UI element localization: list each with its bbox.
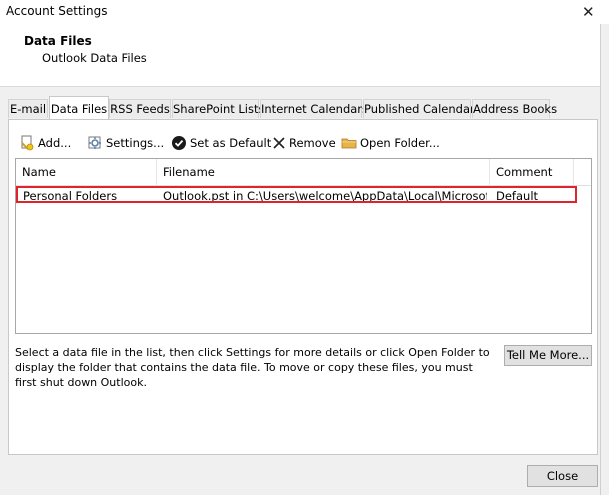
- list-header: Name Filename Comment: [16, 159, 591, 186]
- window-edge: [600, 24, 609, 495]
- check-circle-icon: [172, 136, 186, 150]
- folder-icon: [341, 138, 357, 149]
- column-header-filename[interactable]: Filename: [157, 159, 490, 185]
- data-files-list[interactable]: Name Filename Comment Personal Folders O…: [15, 158, 592, 334]
- add-label: Add...: [38, 136, 72, 150]
- window-title: Account Settings: [6, 4, 108, 18]
- tab-data-files[interactable]: Data Files: [49, 96, 109, 119]
- selection-highlight: [16, 186, 577, 203]
- column-header-name[interactable]: Name: [16, 159, 157, 185]
- settings-icon: [88, 136, 101, 149]
- tab-internet-calendars[interactable]: Internet Calendars: [260, 99, 368, 118]
- dialog-header: Data Files Outlook Data Files: [0, 24, 609, 87]
- open-folder-label: Open Folder...: [360, 136, 440, 150]
- remove-button[interactable]: Remove: [272, 134, 336, 152]
- add-file-icon: [21, 135, 34, 151]
- header-subtitle: Outlook Data Files: [42, 51, 147, 65]
- remove-x-icon: [273, 137, 285, 149]
- column-header-comment[interactable]: Comment: [490, 159, 574, 185]
- settings-button[interactable]: Settings...: [87, 134, 164, 152]
- add-button[interactable]: Add...: [19, 134, 71, 152]
- tab-sharepoint-lists[interactable]: SharePoint Lists: [172, 99, 265, 118]
- set-default-button[interactable]: Set as Default: [171, 134, 271, 152]
- title-bar: Account Settings ✕: [0, 0, 609, 24]
- set-default-label: Set as Default: [190, 136, 272, 150]
- remove-label: Remove: [289, 136, 336, 150]
- tab-email[interactable]: E-mail: [8, 99, 48, 118]
- help-description: Select a data file in the list, then cli…: [15, 346, 490, 389]
- settings-label: Settings...: [106, 136, 165, 150]
- tab-address-books[interactable]: Address Books: [472, 99, 557, 118]
- close-window-icon[interactable]: ✕: [582, 3, 595, 21]
- data-files-panel: Add... Settings... Set as Default Remove: [8, 119, 598, 455]
- open-folder-button[interactable]: Open Folder...: [341, 134, 440, 152]
- header-title: Data Files: [24, 34, 92, 48]
- close-button[interactable]: Close: [527, 465, 598, 487]
- tab-rss-feeds[interactable]: RSS Feeds: [109, 99, 171, 118]
- tab-published-calendars[interactable]: Published Calendars: [363, 99, 481, 118]
- tell-me-more-button[interactable]: Tell Me More...: [504, 345, 592, 366]
